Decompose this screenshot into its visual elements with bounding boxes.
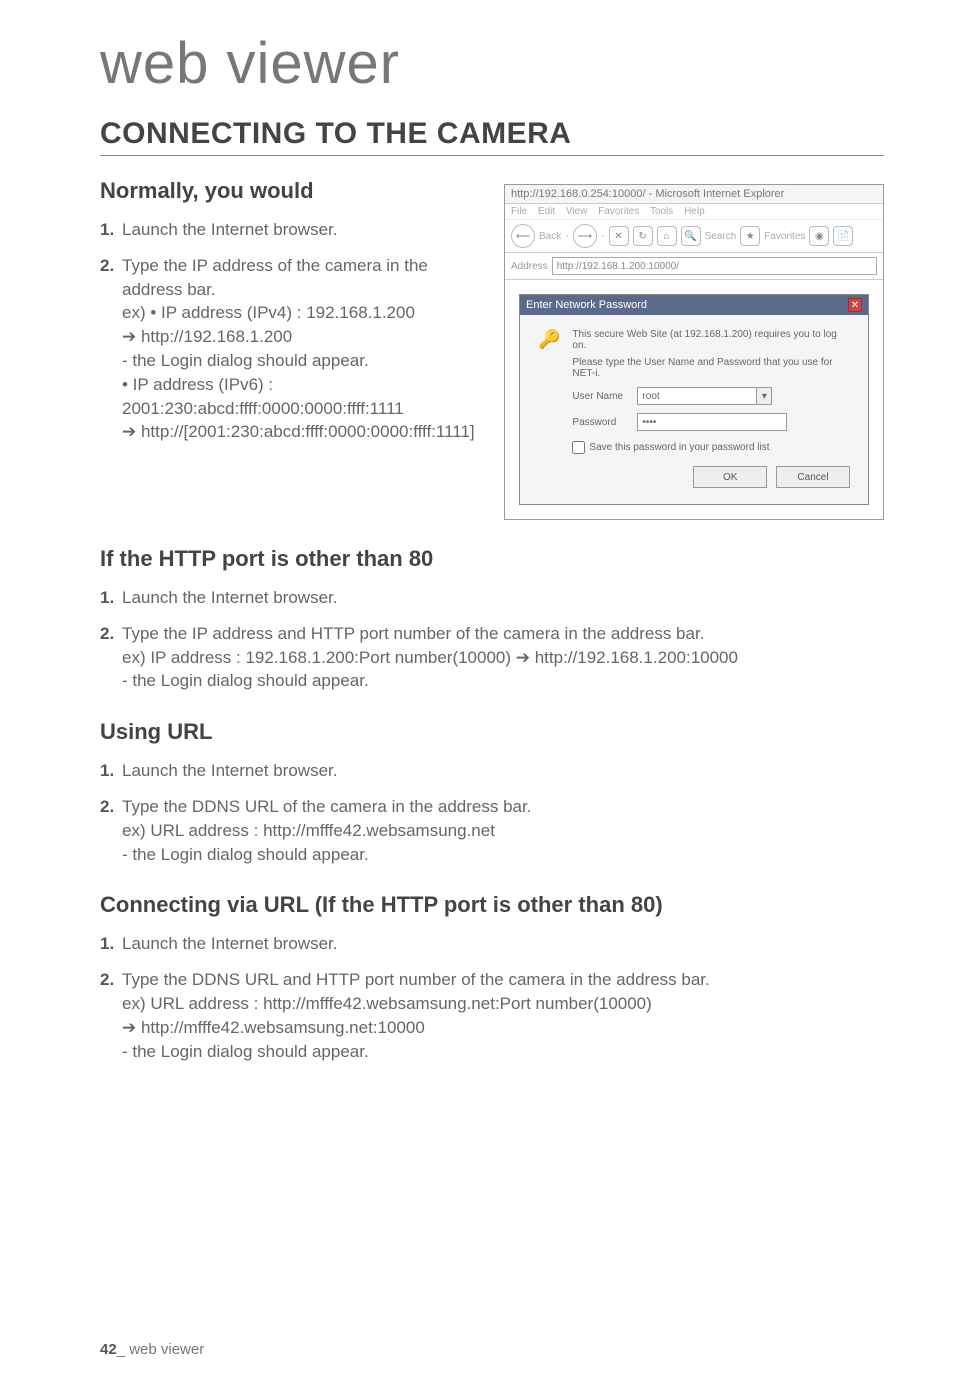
http-port-heading: If the HTTP port is other than 80 bbox=[100, 546, 884, 572]
step-text: Launch the Internet browser. bbox=[122, 220, 337, 239]
password-label: Password bbox=[572, 417, 637, 428]
menu-tools[interactable]: Tools bbox=[650, 206, 673, 217]
ok-button[interactable]: OK bbox=[693, 466, 767, 488]
example-url: http://mfffe42.websamsung.net:10000 bbox=[122, 1016, 884, 1040]
close-icon[interactable]: ✕ bbox=[848, 298, 862, 312]
section-heading: CONNECTING TO THE CAMERA bbox=[100, 117, 884, 156]
auth-dialog-title: Enter Network Password bbox=[526, 299, 647, 311]
step-text: Type the IP address of the camera in the… bbox=[122, 254, 484, 302]
back-label: Back bbox=[539, 231, 561, 242]
address-input[interactable] bbox=[552, 257, 877, 275]
address-label: Address bbox=[511, 261, 548, 272]
step-text: Launch the Internet browser. bbox=[122, 761, 337, 780]
username-label: User Name bbox=[572, 391, 637, 402]
window-titlebar: http://192.168.0.254:10000/ - Microsoft … bbox=[505, 185, 883, 204]
login-note: - the Login dialog should appear. bbox=[122, 349, 484, 373]
password-field[interactable] bbox=[637, 413, 787, 431]
save-password-checkbox[interactable] bbox=[572, 441, 585, 454]
menu-favorites[interactable]: Favorites bbox=[598, 206, 639, 217]
menu-file[interactable]: File bbox=[511, 206, 527, 217]
using-url-heading: Using URL bbox=[100, 719, 884, 745]
stop-icon[interactable]: ✕ bbox=[609, 226, 629, 246]
forward-icon[interactable]: ⟶ bbox=[573, 224, 597, 248]
cancel-button[interactable]: Cancel bbox=[776, 466, 850, 488]
window-menubar: File Edit View Favorites Tools Help bbox=[505, 204, 883, 220]
chevron-down-icon[interactable]: ▾ bbox=[756, 387, 772, 405]
page-footer: 42_ web viewer bbox=[100, 1341, 204, 1358]
refresh-icon[interactable]: ↻ bbox=[633, 226, 653, 246]
step-text: Type the DDNS URL and HTTP port number o… bbox=[122, 968, 884, 992]
example-line: ex) URL address : http://mfffe42.websams… bbox=[122, 992, 884, 1016]
step-text: Type the DDNS URL of the camera in the a… bbox=[122, 795, 884, 819]
login-note: - the Login dialog should appear. bbox=[122, 1040, 884, 1064]
media-icon[interactable]: ◉ bbox=[809, 226, 829, 246]
httpport-step2: 2. Type the IP address and HTTP port num… bbox=[100, 622, 884, 693]
menu-edit[interactable]: Edit bbox=[538, 206, 555, 217]
usingurl-step1: 1. Launch the Internet browser. bbox=[100, 759, 884, 783]
key-icon: 🔑 bbox=[538, 329, 560, 488]
auth-line1: This secure Web Site (at 192.168.1.200) … bbox=[572, 329, 850, 351]
save-password-label: Save this password in your password list bbox=[589, 442, 769, 453]
normally-step2: 2. Type the IP address of the camera in … bbox=[100, 254, 484, 444]
normally-step1: 1. Launch the Internet browser. bbox=[100, 218, 484, 242]
example-line: ex) • IP address (IPv4) : 192.168.1.200 bbox=[122, 301, 484, 325]
search-label: Search bbox=[705, 231, 737, 242]
menu-view[interactable]: View bbox=[566, 206, 588, 217]
history-icon[interactable]: 📄 bbox=[833, 226, 853, 246]
auth-dialog: Enter Network Password ✕ 🔑 This secure W… bbox=[519, 294, 869, 505]
username-field[interactable] bbox=[637, 387, 757, 405]
example-url: http://192.168.1.200 bbox=[122, 325, 484, 349]
favorites-icon[interactable]: ★ bbox=[740, 226, 760, 246]
window-toolbar: ⟵ Back · ⟶ · ✕ ↻ ⌂ 🔍 Search ★ Favorites … bbox=[505, 220, 883, 253]
ie-window: http://192.168.0.254:10000/ - Microsoft … bbox=[504, 184, 884, 520]
menu-help[interactable]: Help bbox=[684, 206, 705, 217]
address-bar: Address bbox=[505, 253, 883, 280]
step-text: Launch the Internet browser. bbox=[122, 934, 337, 953]
auth-line2: Please type the User Name and Password t… bbox=[572, 357, 850, 379]
httpport-step1: 1. Launch the Internet browser. bbox=[100, 586, 884, 610]
login-note: - the Login dialog should appear. bbox=[122, 669, 884, 693]
normally-heading: Normally, you would bbox=[100, 178, 484, 204]
favorites-label: Favorites bbox=[764, 231, 805, 242]
usingurl-step2: 2. Type the DDNS URL of the camera in th… bbox=[100, 795, 884, 866]
step-text: Type the IP address and HTTP port number… bbox=[122, 622, 884, 646]
example-line: • IP address (IPv6) : 2001:230:abcd:ffff… bbox=[122, 373, 484, 421]
back-icon[interactable]: ⟵ bbox=[511, 224, 535, 248]
connvia-step2: 2. Type the DDNS URL and HTTP port numbe… bbox=[100, 968, 884, 1063]
example-url: http://[2001:230:abcd:ffff:0000:0000:fff… bbox=[122, 420, 484, 444]
example-line: ex) IP address : 192.168.1.200:Port numb… bbox=[122, 646, 884, 670]
footer-label: _ web viewer bbox=[117, 1341, 205, 1358]
search-icon[interactable]: 🔍 bbox=[681, 226, 701, 246]
login-note: - the Login dialog should appear. bbox=[122, 843, 884, 867]
step-text: Launch the Internet browser. bbox=[122, 588, 337, 607]
page-title: web viewer bbox=[100, 30, 884, 97]
example-line: ex) URL address : http://mfffe42.websams… bbox=[122, 819, 884, 843]
page-number: 42 bbox=[100, 1341, 117, 1358]
connvia-step1: 1. Launch the Internet browser. bbox=[100, 932, 884, 956]
home-icon[interactable]: ⌂ bbox=[657, 226, 677, 246]
conn-via-url-heading: Connecting via URL (If the HTTP port is … bbox=[100, 892, 884, 918]
